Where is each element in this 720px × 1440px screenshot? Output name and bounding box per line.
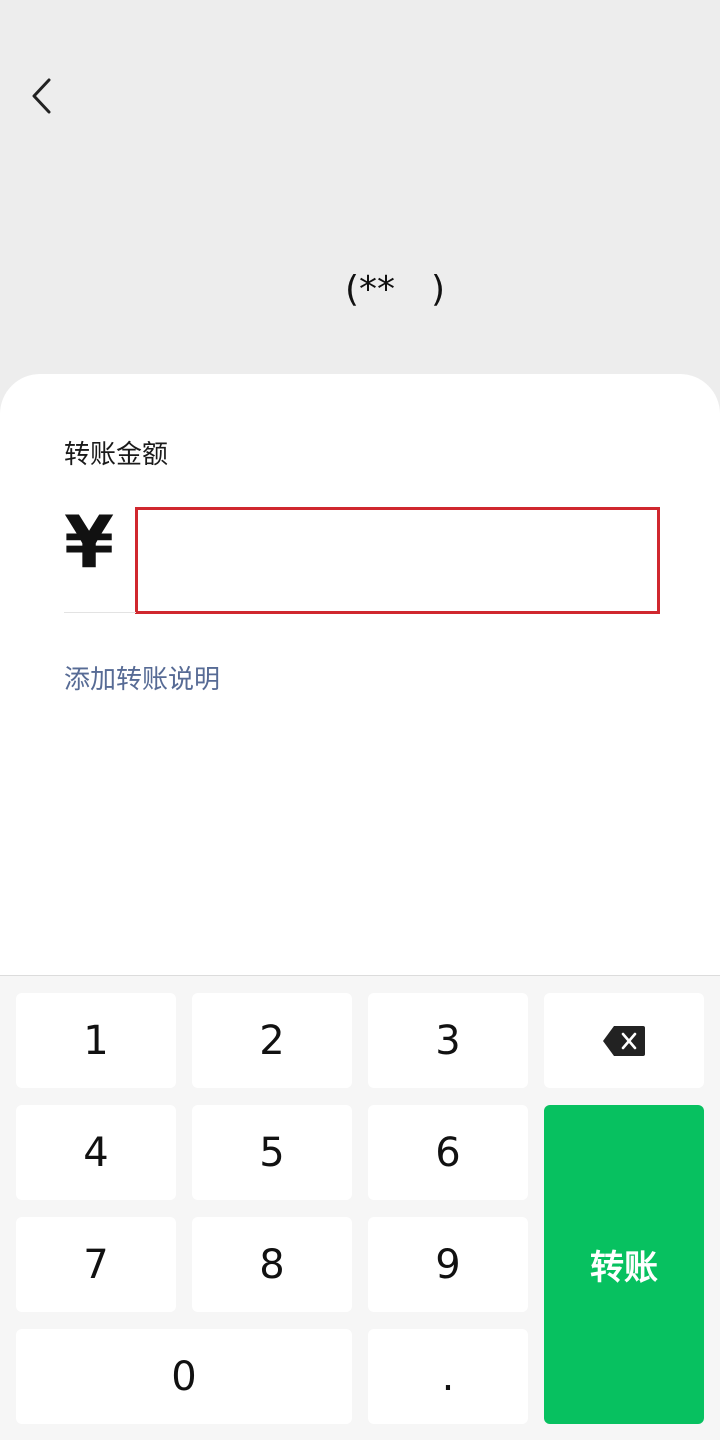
key-3[interactable]: 3 bbox=[368, 993, 528, 1088]
backspace-icon bbox=[603, 1025, 645, 1056]
key-8[interactable]: 8 bbox=[192, 1217, 352, 1312]
transfer-button[interactable]: 转账 bbox=[544, 1105, 704, 1424]
numeric-keypad: 1 2 3 4 5 6 7 8 9 0 . 转账 bbox=[0, 975, 720, 1440]
key-4[interactable]: 4 bbox=[16, 1105, 176, 1200]
chevron-left-icon bbox=[32, 78, 51, 114]
header-area: (** ) bbox=[0, 0, 720, 380]
key-0[interactable]: 0 bbox=[16, 1329, 352, 1424]
recipient-name: (** ) bbox=[344, 269, 446, 310]
key-5[interactable]: 5 bbox=[192, 1105, 352, 1200]
currency-symbol: ¥ bbox=[64, 500, 115, 584]
key-6[interactable]: 6 bbox=[368, 1105, 528, 1200]
key-dot[interactable]: . bbox=[368, 1329, 528, 1424]
add-note-link[interactable]: 添加转账说明 bbox=[64, 660, 220, 700]
key-2[interactable]: 2 bbox=[192, 993, 352, 1088]
back-button[interactable] bbox=[20, 70, 64, 122]
key-9[interactable]: 9 bbox=[368, 1217, 528, 1312]
key-1[interactable]: 1 bbox=[16, 993, 176, 1088]
key-7[interactable]: 7 bbox=[16, 1217, 176, 1312]
amount-underline bbox=[64, 612, 136, 613]
amount-input[interactable] bbox=[135, 507, 660, 614]
delete-key[interactable] bbox=[544, 993, 704, 1088]
amount-label: 转账金额 bbox=[64, 440, 169, 470]
